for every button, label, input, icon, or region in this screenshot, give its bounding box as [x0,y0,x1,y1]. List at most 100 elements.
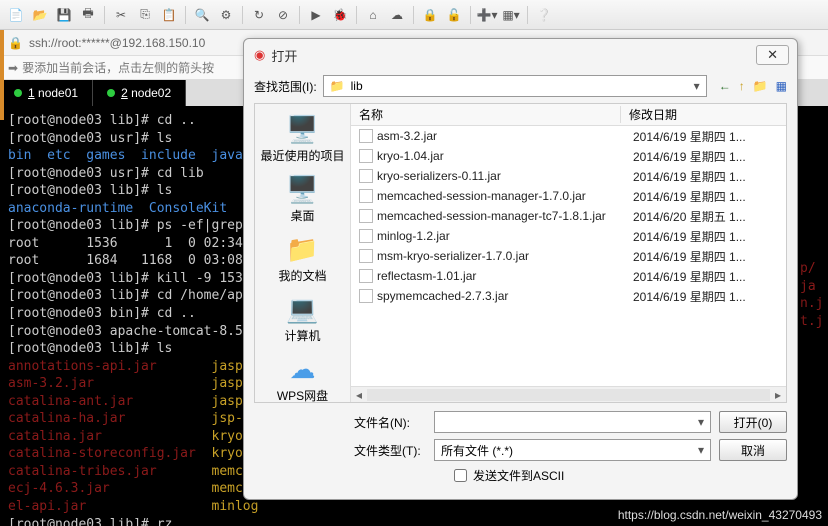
help-icon[interactable]: ❔ [536,7,552,23]
separator [413,6,414,24]
file-name: memcached-session-manager-tc7-1.8.1.jar [377,209,625,223]
place-icon: 🖥️ [286,114,318,145]
grid-icon[interactable]: ▦▾ [503,7,519,23]
arrow-icon[interactable]: ➡ [8,61,18,75]
app-icon: ◉ [254,47,265,63]
cut-icon[interactable]: ✂ [113,7,129,23]
run-icon[interactable]: ▶ [308,7,324,23]
main-toolbar: 📄 📂 💾 🖶 ✂ ⎘ 📋 🔍 ⚙ ↻ ⊘ ▶ 🐞 ⌂ ☁ 🔒 🔓 ➕▾ ▦▾ … [0,0,828,30]
open-dialog: ◉ 打开 ✕ 查找范围(I): 📁 lib ▾ ← ↑ 📁 ▦ 🖥️最近使用的项… [243,38,798,500]
watermark: https://blog.csdn.net/weixin_43270493 [618,508,822,522]
filetype-select[interactable]: 所有文件 (*.*) ▾ [434,439,711,461]
file-row[interactable]: kryo-1.04.jar2014/6/19 星期四 1... [351,146,786,166]
filetype-label: 文件类型(T): [354,442,426,459]
file-row[interactable]: memcached-session-manager-1.7.0.jar2014/… [351,186,786,206]
copy-icon[interactable]: ⎘ [137,7,153,23]
folder-icon: 📁 [330,79,345,93]
file-icon [359,249,373,263]
new-folder-icon[interactable]: 📁 [753,79,768,93]
chevron-down-icon: ▾ [698,443,704,457]
place-label: 我的文档 [278,267,326,284]
plus-icon[interactable]: ➕▾ [479,7,495,23]
lock-icon[interactable]: 🔒 [422,7,438,23]
sidebar-item[interactable]: ☁ WPS网盘 [273,350,332,408]
reload-icon[interactable]: ↻ [251,7,267,23]
up-icon[interactable]: ↑ [739,79,745,93]
file-icon [359,129,373,143]
place-icon: 💻 [286,294,318,325]
place-label: WPS网盘 [277,387,328,404]
col-name[interactable]: 名称 [351,106,621,123]
save-icon[interactable]: 💾 [56,7,72,23]
cancel-button[interactable]: 取消 [719,439,787,461]
file-row[interactable]: memcached-session-manager-tc7-1.8.1.jar2… [351,206,786,226]
tab-node02[interactable]: 2 node02 [93,80,186,106]
file-row[interactable]: kryo-serializers-0.11.jar2014/6/19 星期四 1… [351,166,786,186]
chevron-down-icon: ▾ [698,415,704,429]
file-date: 2014/6/19 星期四 1... [625,188,786,205]
find-icon[interactable]: 🔍 [194,7,210,23]
new-icon[interactable]: 📄 [8,7,24,23]
sidebar-item[interactable]: 🖥️桌面 [282,170,322,228]
file-date: 2014/6/20 星期五 1... [625,208,786,225]
file-icon [359,289,373,303]
file-icon [359,189,373,203]
file-name: msm-kryo-serializer-1.7.0.jar [377,249,625,263]
file-icon [359,229,373,243]
folder-select[interactable]: 📁 lib ▾ [323,75,707,97]
back-icon[interactable]: ← [719,79,731,93]
place-icon: ☁ [290,354,316,385]
print-icon[interactable]: 🖶 [80,7,96,23]
scroll-right-icon[interactable]: ▸ [770,388,786,402]
file-date: 2014/6/19 星期四 1... [625,268,786,285]
settings-icon[interactable]: ⚙ [218,7,234,23]
file-row[interactable]: spymemcached-2.7.3.jar2014/6/19 星期四 1... [351,286,786,306]
paste-icon[interactable]: 📋 [161,7,177,23]
file-row[interactable]: reflectasm-1.01.jar2014/6/19 星期四 1... [351,266,786,286]
file-browser: 🖥️最近使用的项目🖥️桌面📁我的文档 💻 计算机 ☁ WPS网盘 名称 修改日期 asm… [254,103,787,403]
status-dot-icon [14,89,22,97]
unlock-icon[interactable]: 🔓 [446,7,462,23]
scroll-left-icon[interactable]: ◂ [351,388,367,402]
cloud-icon[interactable]: ☁ [389,7,405,23]
scroll-track[interactable] [367,389,770,401]
separator [470,6,471,24]
bottom-form: 文件名(N): ▾ 打开(0) 文件类型(T): 所有文件 (*.*) ▾ 取消… [254,411,787,484]
open-button[interactable]: 打开(0) [719,411,787,433]
stop-icon[interactable]: ⊘ [275,7,291,23]
col-date[interactable]: 修改日期 [621,106,786,123]
home-icon[interactable]: ⌂ [365,7,381,23]
left-accent [0,30,4,120]
file-icon [359,209,373,223]
tab-label: 1 node01 [28,86,78,100]
status-dot-icon [107,89,115,97]
debug-icon[interactable]: 🐞 [332,7,348,23]
sidebar-item[interactable]: 📁我的文档 [274,230,330,288]
hscrollbar[interactable]: ◂ ▸ [351,386,786,402]
file-date: 2014/6/19 星期四 1... [625,248,786,265]
file-date: 2014/6/19 星期四 1... [625,148,786,165]
view-icon[interactable]: ▦ [776,79,787,93]
lock-small-icon: 🔒 [8,36,23,50]
file-name: spymemcached-2.7.3.jar [377,289,625,303]
sidebar-item[interactable]: 🖥️最近使用的项目 [256,110,348,168]
file-row[interactable]: minlog-1.2.jar2014/6/19 星期四 1... [351,226,786,246]
file-list[interactable]: asm-3.2.jar2014/6/19 星期四 1...kryo-1.04.j… [351,126,786,386]
file-row[interactable]: msm-kryo-serializer-1.7.0.jar2014/6/19 星… [351,246,786,266]
close-button[interactable]: ✕ [756,45,789,65]
ascii-checkbox[interactable] [454,469,467,482]
filename-label: 文件名(N): [354,414,426,431]
dialog-title: 打开 [271,46,297,65]
file-name: reflectasm-1.01.jar [377,269,625,283]
sidebar-item[interactable]: 💻 计算机 [280,290,324,348]
filename-input[interactable]: ▾ [434,411,711,433]
places-sidebar: 🖥️最近使用的项目🖥️桌面📁我的文档 💻 计算机 ☁ WPS网盘 [255,104,351,402]
file-date: 2014/6/19 星期四 1... [625,168,786,185]
place-label: 计算机 [284,327,320,344]
file-row[interactable]: asm-3.2.jar2014/6/19 星期四 1... [351,126,786,146]
open-icon[interactable]: 📂 [32,7,48,23]
tab-node01[interactable]: 1 node01 [0,80,93,106]
separator [356,6,357,24]
separator [104,6,105,24]
file-name: kryo-1.04.jar [377,149,625,163]
